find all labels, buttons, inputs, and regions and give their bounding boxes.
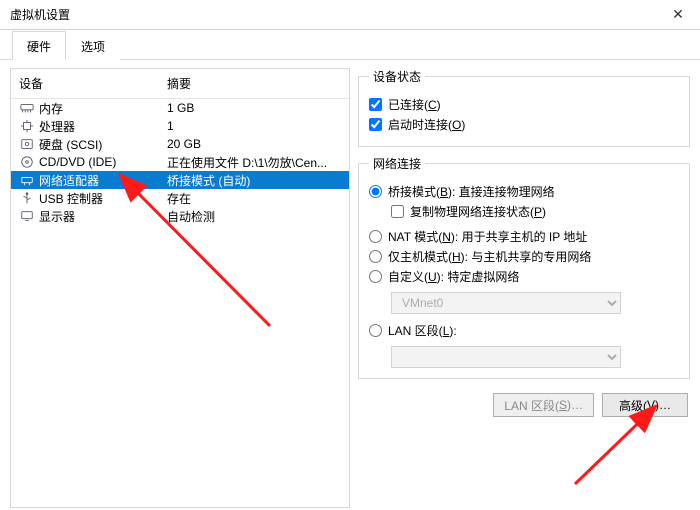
memory-icon	[19, 100, 35, 116]
column-header-device: 设备	[19, 75, 167, 92]
device-row[interactable]: 网络适配器桥接模式 (自动)	[11, 171, 349, 189]
lan-segment-radio[interactable]	[369, 324, 382, 337]
device-summary: 1 GB	[167, 101, 341, 115]
network-connection-group: 网络连接 桥接模式(B): 直接连接物理网络 复制物理网络连接状态(P) NAT…	[358, 155, 690, 379]
lan-segment-radio-row[interactable]: LAN 区段(L):	[369, 322, 679, 339]
settings-pane: 设备状态 已连接(C) 启动时连接(O) 网络连接 桥接模式(B): 直接连接物…	[358, 68, 690, 508]
bridged-label: 桥接模式(B): 直接连接物理网络	[388, 183, 555, 200]
device-summary: 正在使用文件 D:\1\勿放\Cen...	[167, 154, 341, 171]
bridged-radio-row[interactable]: 桥接模式(B): 直接连接物理网络	[369, 183, 679, 200]
device-name: 网络适配器	[39, 172, 167, 189]
device-list-pane: 设备 摘要 内存1 GB处理器1硬盘 (SCSI)20 GBCD/DVD (ID…	[10, 68, 350, 508]
device-row[interactable]: CD/DVD (IDE)正在使用文件 D:\1\勿放\Cen...	[11, 153, 349, 171]
replicate-checkbox[interactable]	[391, 205, 404, 218]
device-summary: 桥接模式 (自动)	[167, 172, 341, 189]
lan-segment-label: LAN 区段(L):	[388, 322, 457, 339]
connected-checkbox[interactable]	[369, 98, 382, 111]
device-name: USB 控制器	[39, 190, 167, 207]
close-icon: ✕	[672, 6, 684, 23]
connect-at-power-label: 启动时连接(O)	[388, 116, 465, 133]
device-name: CD/DVD (IDE)	[39, 155, 167, 169]
cpu-icon	[19, 118, 35, 134]
buttons-row: LAN 区段(S)… 高级(V)…	[358, 387, 690, 423]
custom-radio-row[interactable]: 自定义(U): 特定虚拟网络	[369, 268, 679, 285]
column-header-summary: 摘要	[167, 75, 341, 92]
device-summary: 自动检测	[167, 208, 341, 225]
device-row[interactable]: USB 控制器存在	[11, 189, 349, 207]
device-row[interactable]: 硬盘 (SCSI)20 GB	[11, 135, 349, 153]
hostonly-radio-row[interactable]: 仅主机模式(H): 与主机共享的专用网络	[369, 248, 679, 265]
titlebar: 虚拟机设置 ✕	[0, 0, 700, 30]
device-summary: 20 GB	[167, 137, 341, 151]
usb-icon	[19, 190, 35, 206]
device-list-header: 设备 摘要	[11, 69, 349, 99]
nat-radio[interactable]	[369, 230, 382, 243]
device-list: 内存1 GB处理器1硬盘 (SCSI)20 GBCD/DVD (IDE)正在使用…	[11, 99, 349, 225]
custom-radio[interactable]	[369, 270, 382, 283]
window-close-button[interactable]: ✕	[656, 0, 700, 30]
tab-hardware[interactable]: 硬件	[12, 31, 66, 60]
nat-label: NAT 模式(N): 用于共享主机的 IP 地址	[388, 228, 587, 245]
replicate-checkbox-row[interactable]: 复制物理网络连接状态(P)	[391, 203, 679, 220]
custom-vmnet-select: VMnet0	[391, 292, 621, 314]
bridged-radio[interactable]	[369, 185, 382, 198]
hostonly-label: 仅主机模式(H): 与主机共享的专用网络	[388, 248, 591, 265]
cd-icon	[19, 154, 35, 170]
window-title: 虚拟机设置	[10, 6, 70, 23]
device-name: 硬盘 (SCSI)	[39, 136, 167, 153]
network-connection-legend: 网络连接	[369, 155, 425, 172]
content-area: 设备 摘要 内存1 GB处理器1硬盘 (SCSI)20 GBCD/DVD (ID…	[0, 60, 700, 508]
device-row[interactable]: 内存1 GB	[11, 99, 349, 117]
hostonly-radio[interactable]	[369, 250, 382, 263]
device-summary: 存在	[167, 190, 341, 207]
connect-at-power-checkbox-row[interactable]: 启动时连接(O)	[369, 116, 679, 133]
connected-checkbox-row[interactable]: 已连接(C)	[369, 96, 679, 113]
tab-strip: 硬件 选项	[0, 30, 700, 60]
lan-segment-select	[391, 346, 621, 368]
display-icon	[19, 208, 35, 224]
advanced-button[interactable]: 高级(V)…	[602, 393, 688, 417]
nat-radio-row[interactable]: NAT 模式(N): 用于共享主机的 IP 地址	[369, 228, 679, 245]
custom-label: 自定义(U): 特定虚拟网络	[388, 268, 519, 285]
device-row[interactable]: 处理器1	[11, 117, 349, 135]
connected-label: 已连接(C)	[388, 96, 441, 113]
network-icon	[19, 172, 35, 188]
replicate-label: 复制物理网络连接状态(P)	[410, 203, 546, 220]
device-summary: 1	[167, 119, 341, 133]
disk-icon	[19, 136, 35, 152]
device-name: 处理器	[39, 118, 167, 135]
device-row[interactable]: 显示器自动检测	[11, 207, 349, 225]
device-name: 显示器	[39, 208, 167, 225]
device-status-group: 设备状态 已连接(C) 启动时连接(O)	[358, 68, 690, 147]
lan-segments-button: LAN 区段(S)…	[493, 393, 594, 417]
connect-at-power-checkbox[interactable]	[369, 118, 382, 131]
device-name: 内存	[39, 100, 167, 117]
device-status-legend: 设备状态	[369, 68, 425, 85]
tab-options[interactable]: 选项	[66, 31, 120, 60]
